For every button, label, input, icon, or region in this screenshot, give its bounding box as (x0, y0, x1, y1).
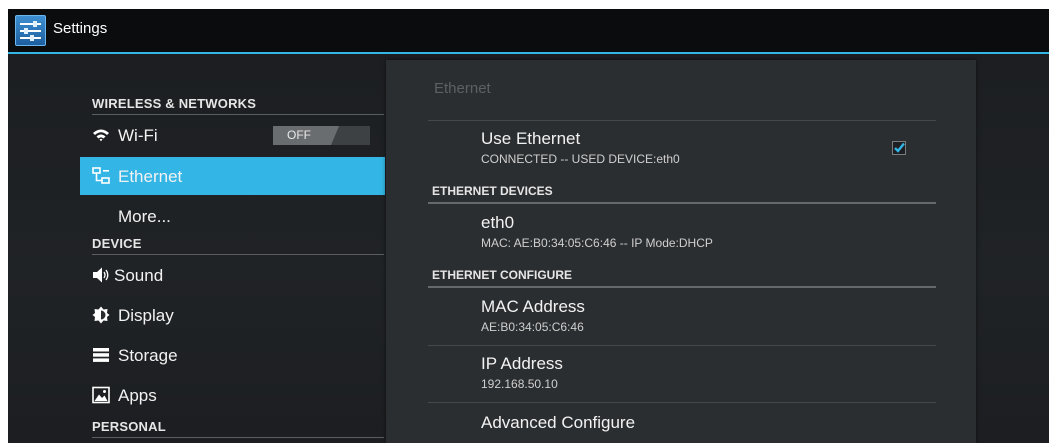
menu-item-label: Wi-Fi (118, 126, 158, 145)
pref-summary: 192.168.50.10 (481, 377, 558, 391)
divider (428, 120, 936, 121)
pref-summary: MAC: AE:B0:34:05:C6:46 -- IP Mode:DHCP (481, 236, 713, 250)
pref-title: Advanced Configure (481, 413, 636, 432)
menu-item-ethernet[interactable]: Ethernet (80, 157, 385, 195)
section-divider (92, 437, 384, 438)
menu-item-label: Storage (118, 346, 178, 365)
menu-item-more[interactable]: More... (80, 197, 385, 235)
section-header-wireless: WIRELESS & NETWORKS (92, 96, 257, 111)
pref-summary: CONNECTED -- USED DEVICE:eth0 (481, 152, 680, 166)
pref-title: Use Ethernet (481, 129, 581, 148)
toggle-knob: OFF (273, 126, 339, 145)
settings-menu: WIRELESS & NETWORKS Wi-Fi OFF Ethernet M… (8, 54, 385, 443)
section-divider (428, 202, 936, 204)
wifi-icon (93, 129, 109, 142)
divider (428, 402, 936, 403)
checkmark-icon (894, 142, 905, 153)
menu-item-apps[interactable]: Apps (80, 376, 385, 414)
brightness-icon (92, 306, 110, 324)
advanced-configure-pref[interactable]: Advanced Configure (481, 413, 635, 433)
menu-item-label: Apps (118, 386, 157, 405)
storage-icon (93, 348, 109, 362)
menu-item-wifi[interactable]: Wi-Fi OFF (80, 116, 385, 154)
action-bar: Settings (8, 9, 1049, 52)
app-title: Settings (53, 20, 108, 37)
menu-item-sound[interactable]: Sound (80, 256, 385, 294)
device-eth0-pref[interactable]: eth0 MAC: AE:B0:34:05:C6:46 -- IP Mode:D… (481, 213, 713, 250)
ip-address-pref[interactable]: IP Address 192.168.50.10 (481, 354, 563, 391)
use-ethernet-checkbox[interactable] (892, 141, 906, 155)
panel-title: Ethernet (434, 80, 491, 97)
section-divider (92, 114, 384, 115)
mac-address-pref[interactable]: MAC Address AE:B0:34:05:C6:46 (481, 297, 585, 334)
menu-item-label: Sound (114, 266, 164, 285)
use-ethernet-pref[interactable]: Use Ethernet CONNECTED -- USED DEVICE:et… (481, 129, 680, 166)
ethernet-icon (92, 167, 110, 184)
pref-summary: AE:B0:34:05:C6:46 (481, 320, 584, 334)
pref-title: eth0 (481, 213, 515, 232)
ethernet-settings-panel: Ethernet Use Ethernet CONNECTED -- USED … (386, 60, 976, 443)
image-icon (92, 386, 110, 404)
pref-title: MAC Address (481, 297, 585, 316)
pref-title: IP Address (481, 354, 563, 373)
section-header-personal: PERSONAL (92, 419, 166, 434)
section-header-ethernet-configure: ETHERNET CONFIGURE (432, 268, 573, 282)
menu-item-display[interactable]: Display (80, 296, 385, 334)
section-header-device: DEVICE (92, 236, 142, 251)
divider (428, 345, 936, 346)
toggle-state: OFF (287, 128, 311, 142)
menu-item-label: Ethernet (118, 167, 183, 186)
settings-screen: Settings WIRELESS & NETWORKS Wi-Fi OFF E… (8, 9, 1049, 443)
menu-item-label: Display (118, 306, 174, 325)
menu-item-storage[interactable]: Storage (80, 336, 385, 374)
wifi-toggle[interactable]: OFF (273, 126, 370, 145)
settings-sliders-icon[interactable] (15, 15, 46, 46)
menu-item-label: More... (118, 207, 171, 226)
section-header-ethernet-devices: ETHERNET DEVICES (432, 184, 553, 198)
section-divider (428, 286, 936, 288)
section-divider (92, 254, 384, 255)
speaker-icon (93, 267, 109, 283)
